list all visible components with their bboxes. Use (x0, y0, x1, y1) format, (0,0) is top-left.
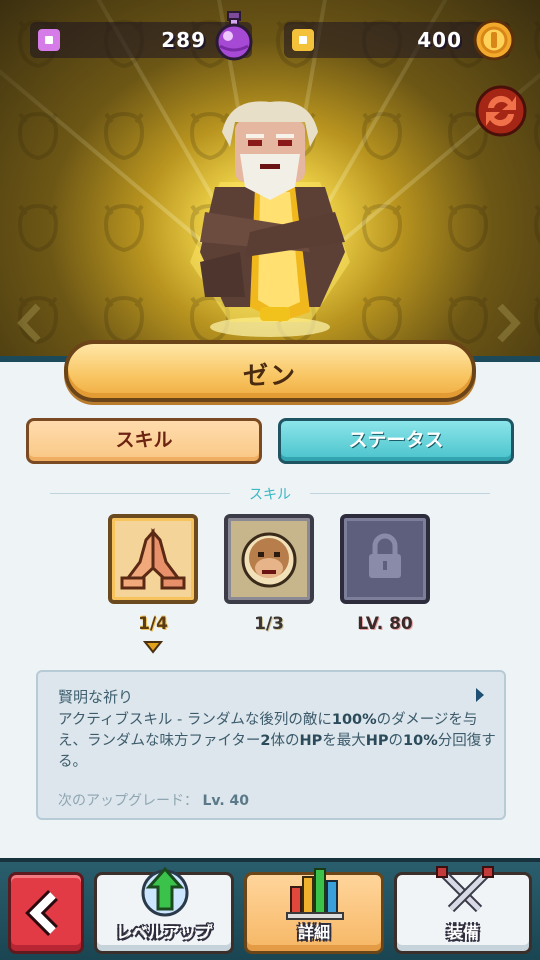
selected-skill-marker-icon (143, 641, 163, 654)
skill-slot-2[interactable] (224, 514, 314, 604)
back-arrow-icon (25, 890, 58, 936)
coin-icon (473, 19, 515, 61)
equip-button[interactable]: 装備 (394, 866, 532, 954)
character-name-banner: ゼン (64, 340, 476, 402)
monkey-face-icon (241, 532, 297, 588)
detail-label: 詳細 (297, 923, 330, 942)
skill-description: アクティブスキル - ランダムな後列の敵に100%のダメージを与え、ランダムな味… (58, 712, 496, 770)
skill-description-box: 賢明な祈り アクティブスキル - ランダムな後列の敵に100%のダメージを与え、… (36, 670, 506, 820)
next-character-arrow-icon[interactable] (492, 302, 522, 344)
previous-character-arrow-icon[interactable] (16, 302, 46, 344)
skill-slot-3-locked[interactable] (340, 514, 430, 604)
level-up-arrow-icon (141, 866, 189, 917)
level-up-label: レベルアップ (115, 923, 212, 942)
swap-character-icon[interactable] (474, 84, 528, 138)
expand-arrow-icon[interactable] (476, 688, 484, 702)
skill-1-level: 1/4 (138, 614, 168, 634)
skill-2-level: 1/3 (254, 614, 284, 634)
level-up-button[interactable]: レベルアップ (94, 866, 234, 954)
lock-icon (369, 533, 401, 578)
gem-amount: 289 (161, 28, 206, 52)
back-button[interactable] (8, 872, 84, 954)
add-gems-icon[interactable] (38, 29, 60, 51)
bar-chart-icon (286, 868, 344, 920)
character-showcase: 289 400 (0, 0, 540, 368)
next-upgrade-info: 次のアップグレード： Lv. 40 (58, 793, 250, 809)
character-sprite (190, 101, 350, 337)
add-coins-icon[interactable] (292, 29, 314, 51)
skill-name: 賢明な祈り (58, 688, 134, 706)
tab-skill[interactable]: スキル (26, 418, 262, 464)
crossed-swords-icon (436, 866, 494, 913)
potion-icon (215, 11, 253, 61)
skill-slot-1[interactable] (108, 514, 198, 604)
gem-counter[interactable]: 289 (30, 11, 253, 61)
skill-3-unlock-level: LV. 80 (357, 614, 413, 634)
coin-counter[interactable]: 400 (284, 19, 515, 61)
skills-section-title: スキル (230, 484, 310, 504)
equip-label: 装備 (446, 923, 479, 942)
tab-status[interactable]: ステータス (278, 418, 514, 464)
detail-button[interactable]: 詳細 (244, 868, 384, 954)
praying-hands-icon (120, 528, 186, 590)
character-name: ゼン (242, 361, 297, 390)
coin-amount: 400 (417, 28, 462, 52)
